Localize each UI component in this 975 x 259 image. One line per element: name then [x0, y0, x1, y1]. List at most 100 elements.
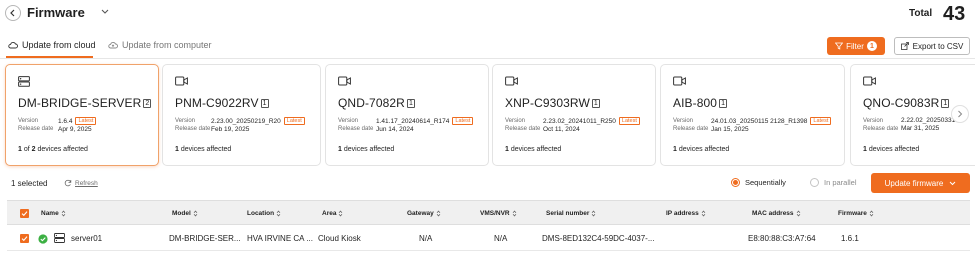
column-header-serial-number[interactable]: Serial number: [546, 210, 596, 217]
table-header: Name Model Location Area Gateway VMS/NVR…: [7, 200, 970, 225]
card-model: DM-BRIDGE-SERVER 2: [18, 96, 152, 110]
tab-update-from-computer[interactable]: Update from computer: [108, 40, 212, 50]
camera-icon: [505, 76, 518, 86]
carousel-next-button[interactable]: [951, 105, 969, 123]
card-model: AIB-800 1: [673, 96, 728, 110]
chevron-left-icon: [10, 9, 15, 17]
table-row[interactable]: server01 DM-BRIDGE-SER... HVA IRVINE CA …: [7, 226, 970, 251]
latest-badge: Latest: [618, 117, 640, 125]
column-header-ip-address[interactable]: IP address: [666, 210, 706, 217]
filter-label: Filter: [846, 41, 864, 51]
select-all-checkbox[interactable]: [20, 209, 29, 218]
cell-serial-number: DMS-8ED132C4-59DC-4037-...: [542, 234, 655, 243]
card-meta-values: 2.23.00_20250219_R20 Latest Feb 19, 2025: [211, 117, 305, 134]
card-model: QNO-C9083R 1: [863, 96, 950, 110]
cell-gateway: N/A: [419, 234, 433, 243]
chevron-right-icon: [958, 110, 963, 118]
sort-icon: [61, 210, 65, 217]
back-button[interactable]: [5, 5, 21, 21]
card-model: XNP-C9303RW 1: [505, 96, 600, 110]
card-meta-values: 1.41.17_20240614_R174 Latest Jun 14, 2024: [376, 117, 474, 134]
card-meta-values: 1.6.4 Latest Apr 9, 2025: [58, 117, 97, 134]
camera-icon: [673, 76, 686, 86]
update-firmware-label: Update firmware: [884, 178, 944, 188]
firmware-card-qnd-7082r[interactable]: QND-7082R 1 Version Release date 1.41.17_2…: [325, 64, 489, 166]
cell-area: Cloud Kiosk: [318, 234, 361, 243]
camera-icon: [338, 76, 351, 86]
export-label: Export to CSV: [912, 41, 964, 51]
radio-in-parallel[interactable]: In parallel: [810, 178, 857, 187]
cell-name[interactable]: server01: [71, 234, 102, 243]
cell-model: DM-BRIDGE-SER...: [169, 234, 241, 243]
check-icon: [21, 211, 28, 217]
tab-divider: [0, 58, 975, 59]
card-meta-labels: Version Release date: [505, 118, 541, 132]
cell-firmware: 1.6.1: [841, 234, 859, 243]
card-count-badge: 1: [406, 98, 415, 108]
card-meta-labels: Version Release date: [338, 118, 374, 132]
card-affected: 1 devices affected: [338, 146, 395, 153]
column-header-name[interactable]: Name: [41, 210, 66, 217]
tab-label: Update from cloud: [22, 40, 96, 50]
chevron-down-icon: [949, 181, 956, 185]
column-header-area[interactable]: Area: [322, 210, 343, 217]
firmware-card-dm-bridge-server[interactable]: DM-BRIDGE-SERVER 2 Version Release date 1.…: [5, 64, 159, 166]
camera-icon: [175, 76, 188, 86]
card-meta-labels: Version Release date: [175, 118, 211, 132]
tab-label: Update from computer: [122, 40, 212, 50]
update-firmware-button[interactable]: Update firmware: [871, 173, 970, 193]
total-label: Total: [909, 8, 933, 19]
card-count-badge: 1: [591, 98, 600, 108]
radio-label: In parallel: [824, 178, 857, 187]
card-count-badge: 1: [941, 98, 950, 108]
server-icon: [18, 76, 30, 87]
card-meta-values: 24.01.03_20250115 2128_R1398 Latest Jan 15…: [711, 117, 832, 134]
column-header-firmware[interactable]: Firmware: [838, 210, 874, 217]
column-header-vms-nvr[interactable]: VMS/NVR: [480, 210, 517, 217]
cell-mac-address: E8:80:88:C3:A7:64: [748, 234, 816, 243]
column-header-mac-address[interactable]: MAC address: [752, 210, 801, 217]
refresh-label: Refresh: [75, 179, 98, 187]
card-count-badge: 1: [260, 98, 269, 108]
column-header-gateway[interactable]: Gateway: [407, 210, 441, 217]
column-header-model[interactable]: Model: [172, 210, 198, 217]
card-affected: 1 devices affected: [863, 146, 920, 153]
title-dropdown[interactable]: [101, 9, 109, 15]
radio-label: Sequentially: [745, 178, 786, 187]
card-model: QND-7082R 1: [338, 96, 415, 110]
chevron-down-icon: [101, 9, 109, 14]
latest-badge: Latest: [452, 117, 474, 125]
sort-icon: [436, 210, 441, 217]
latest-badge: Latest: [810, 117, 832, 125]
firmware-card-xnp-c9303rw[interactable]: XNP-C9303RW 1 Version Release date 2.23.02…: [492, 64, 656, 166]
radio-indicator: [731, 178, 740, 187]
filter-button[interactable]: Filter 1: [827, 37, 885, 55]
sort-icon: [339, 210, 343, 217]
filter-count-badge: 1: [866, 41, 877, 51]
firmware-card-pnm-c9022rv[interactable]: PNM-C9022RV 1 Version Release date 2.23.00…: [162, 64, 321, 166]
sort-icon: [512, 210, 516, 217]
card-affected: 1 of 2 devices affected: [18, 146, 88, 153]
radio-sequentially[interactable]: Sequentially: [731, 178, 786, 187]
card-affected: 1 devices affected: [673, 146, 730, 153]
selected-count: 1 selected: [11, 179, 48, 188]
column-header-location[interactable]: Location: [247, 210, 281, 217]
sort-icon: [869, 210, 874, 217]
card-meta-labels: Version Release date: [18, 118, 54, 132]
tab-update-from-cloud[interactable]: Update from cloud: [8, 40, 96, 50]
sort-icon: [592, 210, 596, 217]
row-checkbox[interactable]: [20, 234, 29, 243]
sort-icon: [193, 210, 198, 217]
card-meta-values: 2.23.02_20241011_R250 Latest Oct 11, 2024: [543, 117, 640, 134]
sort-icon: [701, 210, 706, 217]
refresh-icon: [64, 179, 72, 187]
export-csv-button[interactable]: Export to CSV: [894, 37, 970, 55]
card-affected: 1 devices affected: [505, 146, 562, 153]
radio-indicator: [810, 178, 819, 187]
refresh-button[interactable]: Refresh: [64, 179, 98, 187]
firmware-card-aib-800[interactable]: AIB-800 1 Version Release date 24.01.03_20…: [660, 64, 845, 166]
cloud-upload-icon: [108, 42, 118, 49]
cell-location: HVA IRVINE CA ...: [247, 234, 313, 243]
card-meta-labels: Version Release date: [673, 118, 709, 132]
camera-icon: [863, 76, 876, 86]
